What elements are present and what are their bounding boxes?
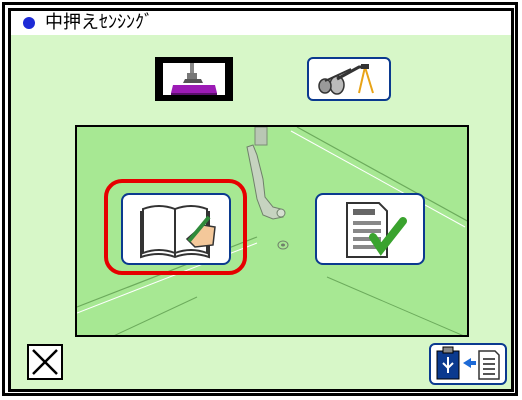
screen-panel: 中押えｾﾝｼﾝｸﾞ <box>8 8 514 392</box>
sensing-panel <box>75 125 469 337</box>
title-bar: 中押えｾﾝｼﾝｸﾞ <box>11 11 511 35</box>
sensor-cable-button[interactable] <box>307 57 391 101</box>
close-icon <box>32 349 58 375</box>
presser-foot-button[interactable] <box>155 57 233 101</box>
manual-book-button[interactable] <box>121 193 231 265</box>
usb-import-button[interactable] <box>429 343 507 385</box>
title-bullet-icon <box>23 17 35 29</box>
confirm-document-button[interactable] <box>315 193 425 265</box>
sensor-cable-icon <box>318 64 374 95</box>
manual-book-icon <box>140 205 216 259</box>
screen-title: 中押えｾﾝｼﾝｸﾞ <box>45 12 153 33</box>
close-button[interactable] <box>27 344 63 380</box>
presser-foot-icon <box>157 59 231 99</box>
confirm-document-icon <box>346 202 407 258</box>
usb-import-icon <box>436 346 500 380</box>
